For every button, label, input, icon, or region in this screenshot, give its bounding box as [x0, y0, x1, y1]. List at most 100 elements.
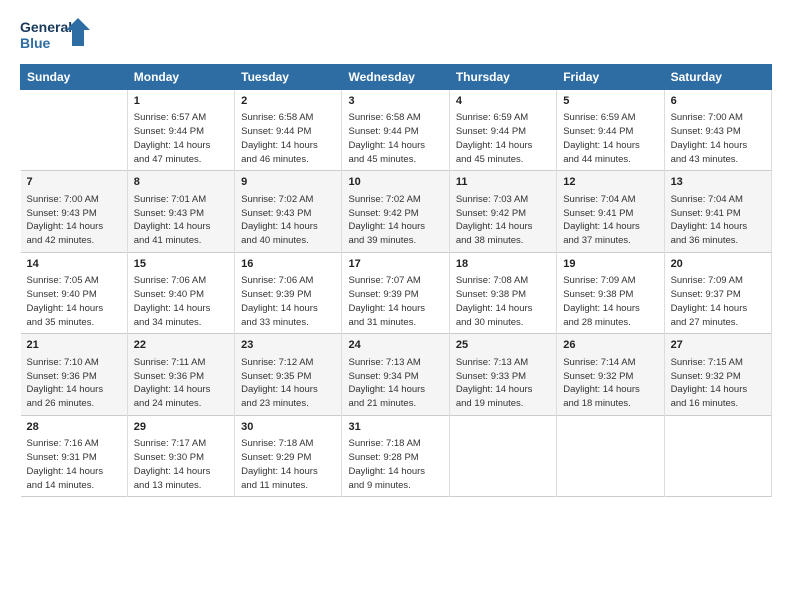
day-number: 2 — [241, 94, 335, 109]
day-number: 6 — [671, 94, 765, 109]
calendar-cell — [449, 415, 556, 496]
day-number: 11 — [456, 175, 550, 190]
cell-content: Sunrise: 7:02 AM Sunset: 9:43 PM Dayligh… — [241, 193, 335, 248]
calendar-cell: 15 Sunrise: 7:06 AM Sunset: 9:40 PM Dayli… — [127, 252, 234, 333]
calendar-cell: 20 Sunrise: 7:09 AM Sunset: 9:37 PM Dayli… — [664, 252, 771, 333]
calendar-cell: 10 Sunrise: 7:02 AM Sunset: 9:42 PM Dayli… — [342, 171, 449, 252]
calendar-row: 1 Sunrise: 6:57 AM Sunset: 9:44 PM Daylig… — [21, 90, 772, 171]
calendar-cell — [664, 415, 771, 496]
day-number: 26 — [563, 338, 657, 353]
cell-content: Sunrise: 7:05 AM Sunset: 9:40 PM Dayligh… — [27, 274, 121, 329]
calendar-row: 14 Sunrise: 7:05 AM Sunset: 9:40 PM Dayli… — [21, 252, 772, 333]
calendar-cell: 22Sunrise: 7:11 AM Sunset: 9:36 PM Dayli… — [127, 334, 234, 415]
day-number: 29 — [134, 420, 228, 435]
cell-content: Sunrise: 7:16 AM Sunset: 9:31 PM Dayligh… — [27, 437, 121, 492]
day-number: 30 — [241, 420, 335, 435]
day-number: 20 — [671, 257, 765, 272]
cell-content: Sunrise: 7:12 AM Sunset: 9:35 PM Dayligh… — [241, 356, 335, 411]
day-number: 4 — [456, 94, 550, 109]
calendar-table: SundayMondayTuesdayWednesdayThursdayFrid… — [20, 64, 772, 497]
cell-content: Sunrise: 7:10 AM Sunset: 9:36 PM Dayligh… — [27, 356, 121, 411]
calendar-cell: 7 Sunrise: 7:00 AM Sunset: 9:43 PM Daylig… — [21, 171, 128, 252]
day-number: 24 — [348, 338, 442, 353]
cell-content: Sunrise: 7:17 AM Sunset: 9:30 PM Dayligh… — [134, 437, 228, 492]
calendar-cell: 25 Sunrise: 7:13 AM Sunset: 9:33 PM Dayli… — [449, 334, 556, 415]
calendar-cell: 13Sunrise: 7:04 AM Sunset: 9:41 PM Dayli… — [664, 171, 771, 252]
day-number: 10 — [348, 175, 442, 190]
day-number: 14 — [27, 257, 121, 272]
cell-content: Sunrise: 7:03 AM Sunset: 9:42 PM Dayligh… — [456, 193, 550, 248]
col-header-saturday: Saturday — [664, 65, 771, 90]
page-header: General Blue — [20, 16, 772, 56]
calendar-cell: 3Sunrise: 6:58 AM Sunset: 9:44 PM Daylig… — [342, 90, 449, 171]
calendar-cell: 16 Sunrise: 7:06 AM Sunset: 9:39 PM Dayli… — [235, 252, 342, 333]
day-number: 5 — [563, 94, 657, 109]
logo-svg: General Blue — [20, 16, 90, 56]
day-number: 19 — [563, 257, 657, 272]
col-header-friday: Friday — [557, 65, 664, 90]
cell-content: Sunrise: 7:13 AM Sunset: 9:34 PM Dayligh… — [348, 356, 442, 411]
day-number: 18 — [456, 257, 550, 272]
cell-content: Sunrise: 7:07 AM Sunset: 9:39 PM Dayligh… — [348, 274, 442, 329]
day-number: 16 — [241, 257, 335, 272]
day-number: 9 — [241, 175, 335, 190]
cell-content: Sunrise: 7:09 AM Sunset: 9:37 PM Dayligh… — [671, 274, 765, 329]
col-header-thursday: Thursday — [449, 65, 556, 90]
day-number: 31 — [348, 420, 442, 435]
col-header-tuesday: Tuesday — [235, 65, 342, 90]
calendar-cell: 1 Sunrise: 6:57 AM Sunset: 9:44 PM Daylig… — [127, 90, 234, 171]
cell-content: Sunrise: 7:04 AM Sunset: 9:41 PM Dayligh… — [563, 193, 657, 248]
day-number: 12 — [563, 175, 657, 190]
cell-content: Sunrise: 7:06 AM Sunset: 9:39 PM Dayligh… — [241, 274, 335, 329]
cell-content: Sunrise: 7:08 AM Sunset: 9:38 PM Dayligh… — [456, 274, 550, 329]
col-header-sunday: Sunday — [21, 65, 128, 90]
header-row: SundayMondayTuesdayWednesdayThursdayFrid… — [21, 65, 772, 90]
cell-content: Sunrise: 7:18 AM Sunset: 9:29 PM Dayligh… — [241, 437, 335, 492]
col-header-wednesday: Wednesday — [342, 65, 449, 90]
day-number: 28 — [27, 420, 121, 435]
cell-content: Sunrise: 7:06 AM Sunset: 9:40 PM Dayligh… — [134, 274, 228, 329]
day-number: 21 — [27, 338, 121, 353]
calendar-cell — [21, 90, 128, 171]
cell-content: Sunrise: 7:18 AM Sunset: 9:28 PM Dayligh… — [348, 437, 442, 492]
col-header-monday: Monday — [127, 65, 234, 90]
cell-content: Sunrise: 7:01 AM Sunset: 9:43 PM Dayligh… — [134, 193, 228, 248]
day-number: 23 — [241, 338, 335, 353]
svg-text:Blue: Blue — [20, 35, 51, 51]
day-number: 27 — [671, 338, 765, 353]
calendar-cell: 21 Sunrise: 7:10 AM Sunset: 9:36 PM Dayli… — [21, 334, 128, 415]
calendar-cell: 28 Sunrise: 7:16 AM Sunset: 9:31 PM Dayli… — [21, 415, 128, 496]
cell-content: Sunrise: 7:09 AM Sunset: 9:38 PM Dayligh… — [563, 274, 657, 329]
cell-content: Sunrise: 7:14 AM Sunset: 9:32 PM Dayligh… — [563, 356, 657, 411]
calendar-row: 7 Sunrise: 7:00 AM Sunset: 9:43 PM Daylig… — [21, 171, 772, 252]
calendar-cell: 29 Sunrise: 7:17 AM Sunset: 9:30 PM Dayli… — [127, 415, 234, 496]
cell-content: Sunrise: 6:57 AM Sunset: 9:44 PM Dayligh… — [134, 111, 228, 166]
cell-content: Sunrise: 7:00 AM Sunset: 9:43 PM Dayligh… — [27, 193, 121, 248]
day-number: 17 — [348, 257, 442, 272]
day-number: 15 — [134, 257, 228, 272]
day-number: 7 — [27, 175, 121, 190]
day-number: 3 — [348, 94, 442, 109]
cell-content: Sunrise: 7:15 AM Sunset: 9:32 PM Dayligh… — [671, 356, 765, 411]
cell-content: Sunrise: 7:11 AM Sunset: 9:36 PM Dayligh… — [134, 356, 228, 411]
calendar-row: 21 Sunrise: 7:10 AM Sunset: 9:36 PM Dayli… — [21, 334, 772, 415]
svg-text:General: General — [20, 19, 72, 35]
calendar-cell: 11 Sunrise: 7:03 AM Sunset: 9:42 PM Dayli… — [449, 171, 556, 252]
calendar-cell: 27 Sunrise: 7:15 AM Sunset: 9:32 PM Dayli… — [664, 334, 771, 415]
calendar-cell: 18 Sunrise: 7:08 AM Sunset: 9:38 PM Dayli… — [449, 252, 556, 333]
calendar-cell: 6Sunrise: 7:00 AM Sunset: 9:43 PM Daylig… — [664, 90, 771, 171]
cell-content: Sunrise: 6:59 AM Sunset: 9:44 PM Dayligh… — [563, 111, 657, 166]
cell-content: Sunrise: 7:13 AM Sunset: 9:33 PM Dayligh… — [456, 356, 550, 411]
cell-content: Sunrise: 6:59 AM Sunset: 9:44 PM Dayligh… — [456, 111, 550, 166]
day-number: 25 — [456, 338, 550, 353]
calendar-cell: 24 Sunrise: 7:13 AM Sunset: 9:34 PM Dayli… — [342, 334, 449, 415]
cell-content: Sunrise: 7:02 AM Sunset: 9:42 PM Dayligh… — [348, 193, 442, 248]
calendar-cell: 8Sunrise: 7:01 AM Sunset: 9:43 PM Daylig… — [127, 171, 234, 252]
day-number: 13 — [671, 175, 765, 190]
calendar-cell: 14 Sunrise: 7:05 AM Sunset: 9:40 PM Dayli… — [21, 252, 128, 333]
day-number: 1 — [134, 94, 228, 109]
calendar-cell: 23 Sunrise: 7:12 AM Sunset: 9:35 PM Dayli… — [235, 334, 342, 415]
calendar-cell: 5 Sunrise: 6:59 AM Sunset: 9:44 PM Daylig… — [557, 90, 664, 171]
calendar-cell: 2Sunrise: 6:58 AM Sunset: 9:44 PM Daylig… — [235, 90, 342, 171]
calendar-cell — [557, 415, 664, 496]
